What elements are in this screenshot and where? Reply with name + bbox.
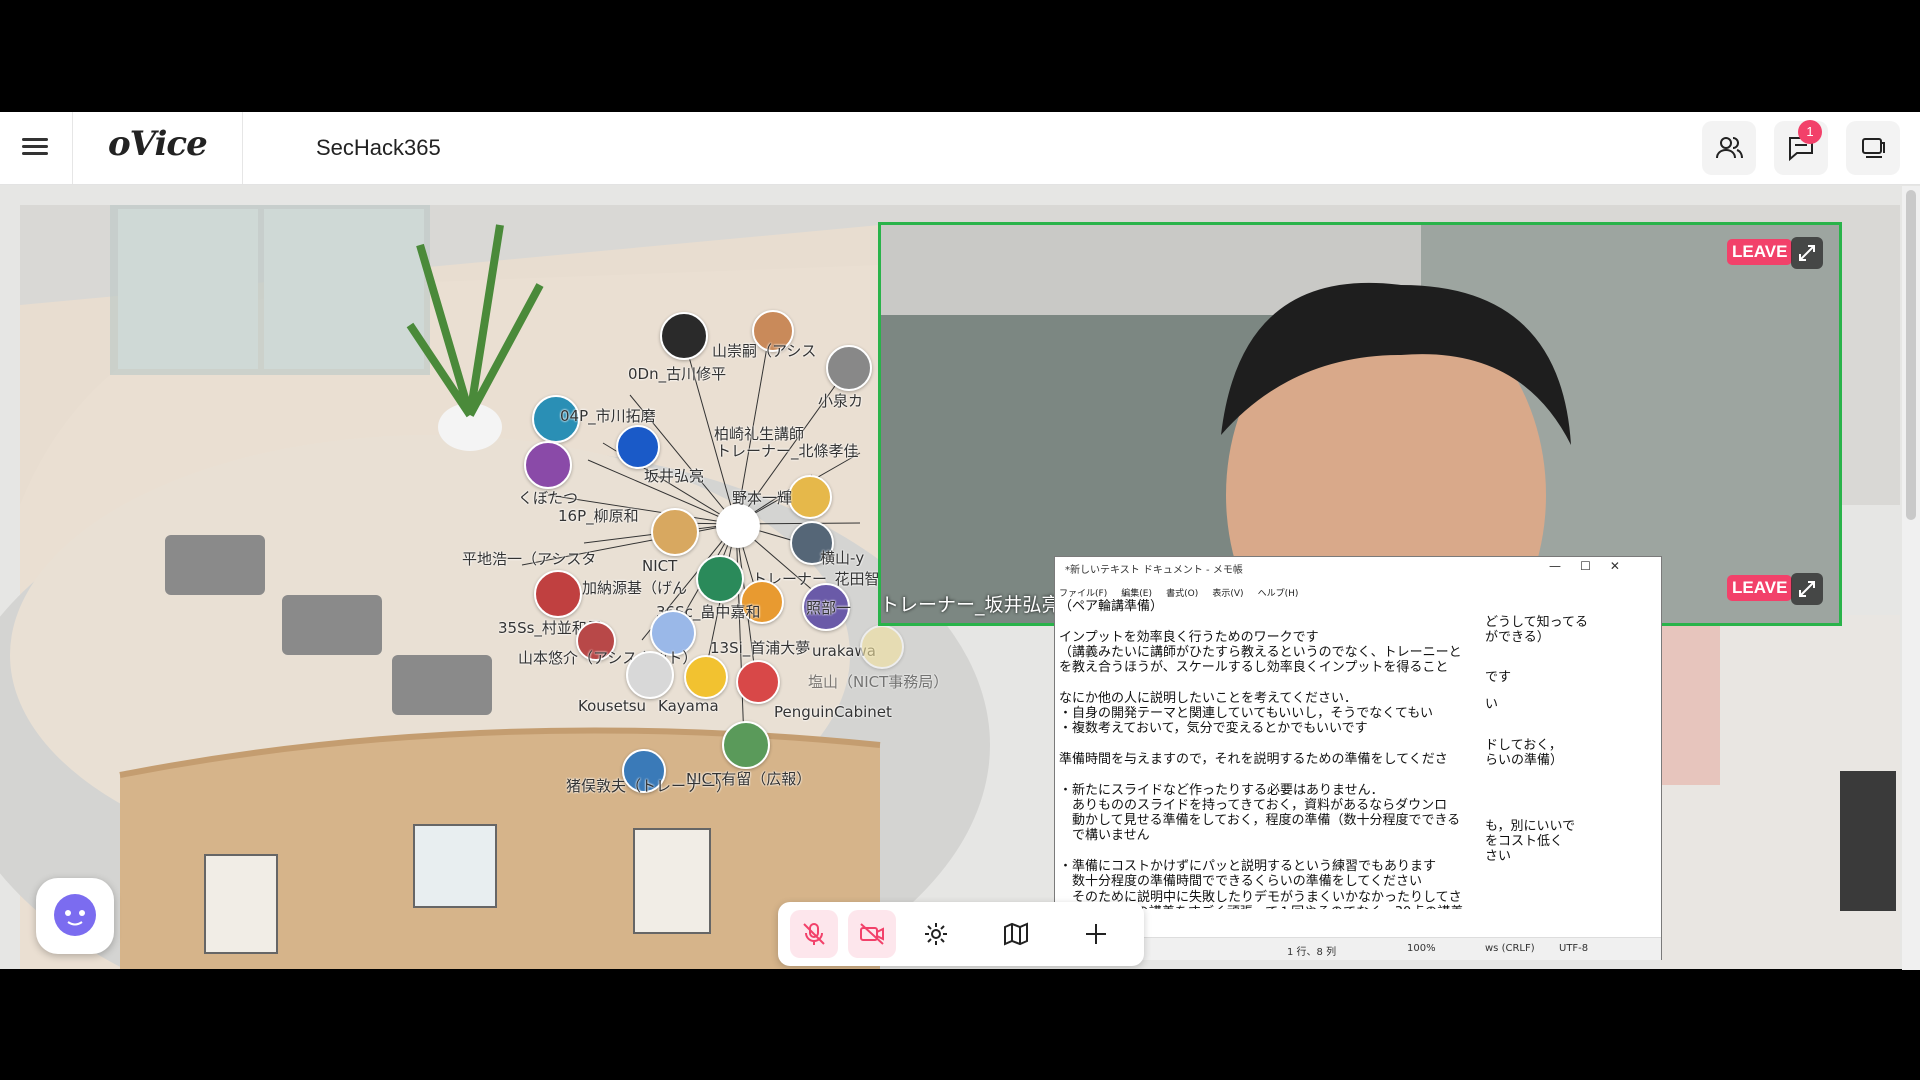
video-participant-label: トレーナー_坂井弘亮 bbox=[880, 594, 1061, 616]
avatar[interactable] bbox=[736, 660, 780, 704]
notepad-menu-bar: ファイル(F) 編集(E) 書式(O) 表示(V) ヘルプ(H) bbox=[1059, 581, 1307, 600]
members-button[interactable] bbox=[1702, 121, 1756, 175]
avatar[interactable] bbox=[534, 570, 582, 618]
gear-icon bbox=[925, 923, 947, 945]
expand-video-button[interactable] bbox=[1791, 237, 1823, 269]
encoding: UTF-8 bbox=[1559, 943, 1589, 954]
avatar-name: 平地浩一（アシスタ bbox=[462, 550, 597, 568]
avatar-name: 塩山（NICT事務局） bbox=[808, 673, 949, 691]
map-button[interactable] bbox=[992, 910, 1040, 958]
virtual-space-map[interactable]: 山崇嗣（アシス 0Dn_古川修平 04P_市川拓磨 柏崎礼生講師 トレーナー_北… bbox=[0, 185, 1920, 969]
avatar-name: 小泉カ bbox=[818, 392, 864, 410]
notepad-text[interactable]: （ペア輪講準備） インプットを効率良く行うためのワークです （講義みたいに講師が… bbox=[1059, 599, 1479, 909]
text-fragment: さい bbox=[1485, 849, 1512, 865]
mic-toggle-button[interactable] bbox=[790, 910, 838, 958]
avatar-name: NICT bbox=[642, 557, 678, 575]
avatar-name: 16P_柳原和 bbox=[558, 507, 639, 525]
line-ending: ws (CRLF) bbox=[1485, 943, 1535, 954]
mic-off-icon bbox=[803, 923, 825, 945]
notepad-side-fragments: どうして知ってる ができる） です い ドしておく， らいの準備） も，別にいい… bbox=[1485, 615, 1588, 865]
ghost-assistant-icon bbox=[54, 894, 96, 936]
camera-off-icon bbox=[860, 923, 884, 945]
screen-share-button[interactable] bbox=[1846, 121, 1900, 175]
avatar-name: 横山-y bbox=[820, 549, 865, 567]
avatar-name: 山崇嗣（アシス bbox=[712, 342, 817, 360]
leave-button[interactable]: LEAVE bbox=[1727, 575, 1793, 601]
menu-help[interactable]: ヘルプ(H) bbox=[1258, 589, 1299, 599]
avatar[interactable] bbox=[722, 721, 770, 769]
leave-button[interactable]: LEAVE bbox=[1727, 239, 1793, 265]
text-fragment: ができる） bbox=[1485, 630, 1550, 646]
text-fragment: も，別にいいで bbox=[1485, 818, 1576, 834]
avatar[interactable] bbox=[696, 555, 744, 603]
avatar-name: Kayama bbox=[658, 697, 719, 715]
zoom-level: 100% bbox=[1407, 943, 1436, 954]
menu-file[interactable]: ファイル(F) bbox=[1059, 589, 1107, 599]
screen-share-icon bbox=[1862, 138, 1885, 158]
avatar-name: トレーナー_北條孝佳 bbox=[716, 442, 859, 460]
cursor-position: 1 行、8 列 bbox=[1287, 947, 1337, 958]
avatar[interactable] bbox=[684, 655, 728, 699]
expand-icon bbox=[1799, 581, 1815, 597]
avatar[interactable] bbox=[626, 651, 674, 699]
divider bbox=[72, 112, 73, 184]
notepad-status-bar: 1 行、8 列 100% ws (CRLF) UTF-8 bbox=[1055, 937, 1661, 960]
avatar[interactable] bbox=[651, 508, 699, 556]
screen-share-notepad[interactable]: *新しいテキスト ドキュメント - メモ帳 — ☐ ✕ ファイル(F) 編集(E… bbox=[1054, 556, 1662, 960]
avatar-name: 04P_市川拓磨 bbox=[560, 407, 656, 425]
avatar-name: 坂井弘亮 bbox=[644, 467, 705, 485]
settings-button[interactable] bbox=[912, 910, 960, 958]
avatar-name: PenguinCabinet bbox=[774, 703, 892, 721]
text-fragment: です bbox=[1485, 669, 1512, 685]
group-hub-icon[interactable] bbox=[716, 504, 760, 548]
window-controls: — ☐ ✕ bbox=[1549, 559, 1620, 573]
menu-view[interactable]: 表示(V) bbox=[1212, 589, 1243, 599]
scrollbar-thumb[interactable] bbox=[1906, 190, 1916, 520]
text-fragment: をコスト低く bbox=[1485, 834, 1564, 850]
avatar[interactable] bbox=[616, 425, 660, 469]
avatar-name: 0Dn_古川修平 bbox=[628, 365, 727, 383]
assistant-chat-button[interactable] bbox=[36, 878, 114, 954]
menu-edit[interactable]: 編集(E) bbox=[1121, 589, 1152, 599]
divider bbox=[242, 112, 243, 184]
connection-lines bbox=[521, 329, 861, 743]
avatar[interactable] bbox=[826, 345, 872, 391]
media-toolbar bbox=[778, 902, 1144, 966]
avatar-name: 加納源基（げん bbox=[582, 579, 688, 597]
menu-format[interactable]: 書式(O) bbox=[1166, 589, 1198, 599]
top-bar: oVice SecHack365 bbox=[0, 112, 1920, 185]
expand-icon bbox=[1799, 245, 1815, 261]
hamburger-menu-icon[interactable] bbox=[18, 134, 52, 162]
text-fragment: ドしておく， bbox=[1485, 738, 1562, 754]
avatar[interactable] bbox=[660, 312, 708, 360]
text-fragment: どうして知ってる bbox=[1485, 615, 1588, 630]
avatar-name: 猪俣敦夫（トレーナー） bbox=[566, 777, 732, 795]
avatar[interactable] bbox=[788, 475, 832, 519]
chat-unread-badge: 1 bbox=[1798, 120, 1822, 144]
plus-icon bbox=[1086, 924, 1106, 944]
map-icon bbox=[1004, 922, 1028, 946]
camera-toggle-button[interactable] bbox=[848, 910, 896, 958]
avatar-name: Kousetsu bbox=[578, 697, 647, 715]
app-logo[interactable]: oVice bbox=[108, 124, 208, 164]
text-fragment: い bbox=[1485, 696, 1499, 712]
avatar-name: 野本一輝 bbox=[732, 489, 793, 507]
expand-screen-share-button[interactable] bbox=[1791, 573, 1823, 605]
avatar[interactable] bbox=[524, 441, 572, 489]
avatar[interactable] bbox=[860, 625, 904, 669]
space-name: SecHack365 bbox=[316, 135, 441, 160]
avatar-name: 13Si_首浦大夢 bbox=[710, 639, 811, 657]
members-icon bbox=[1716, 137, 1743, 159]
notepad-title: *新しいテキスト ドキュメント - メモ帳 bbox=[1065, 565, 1243, 576]
add-button[interactable] bbox=[1072, 910, 1120, 958]
text-fragment: らいの準備） bbox=[1485, 753, 1564, 769]
avatar-name: 照部一 bbox=[806, 599, 852, 617]
